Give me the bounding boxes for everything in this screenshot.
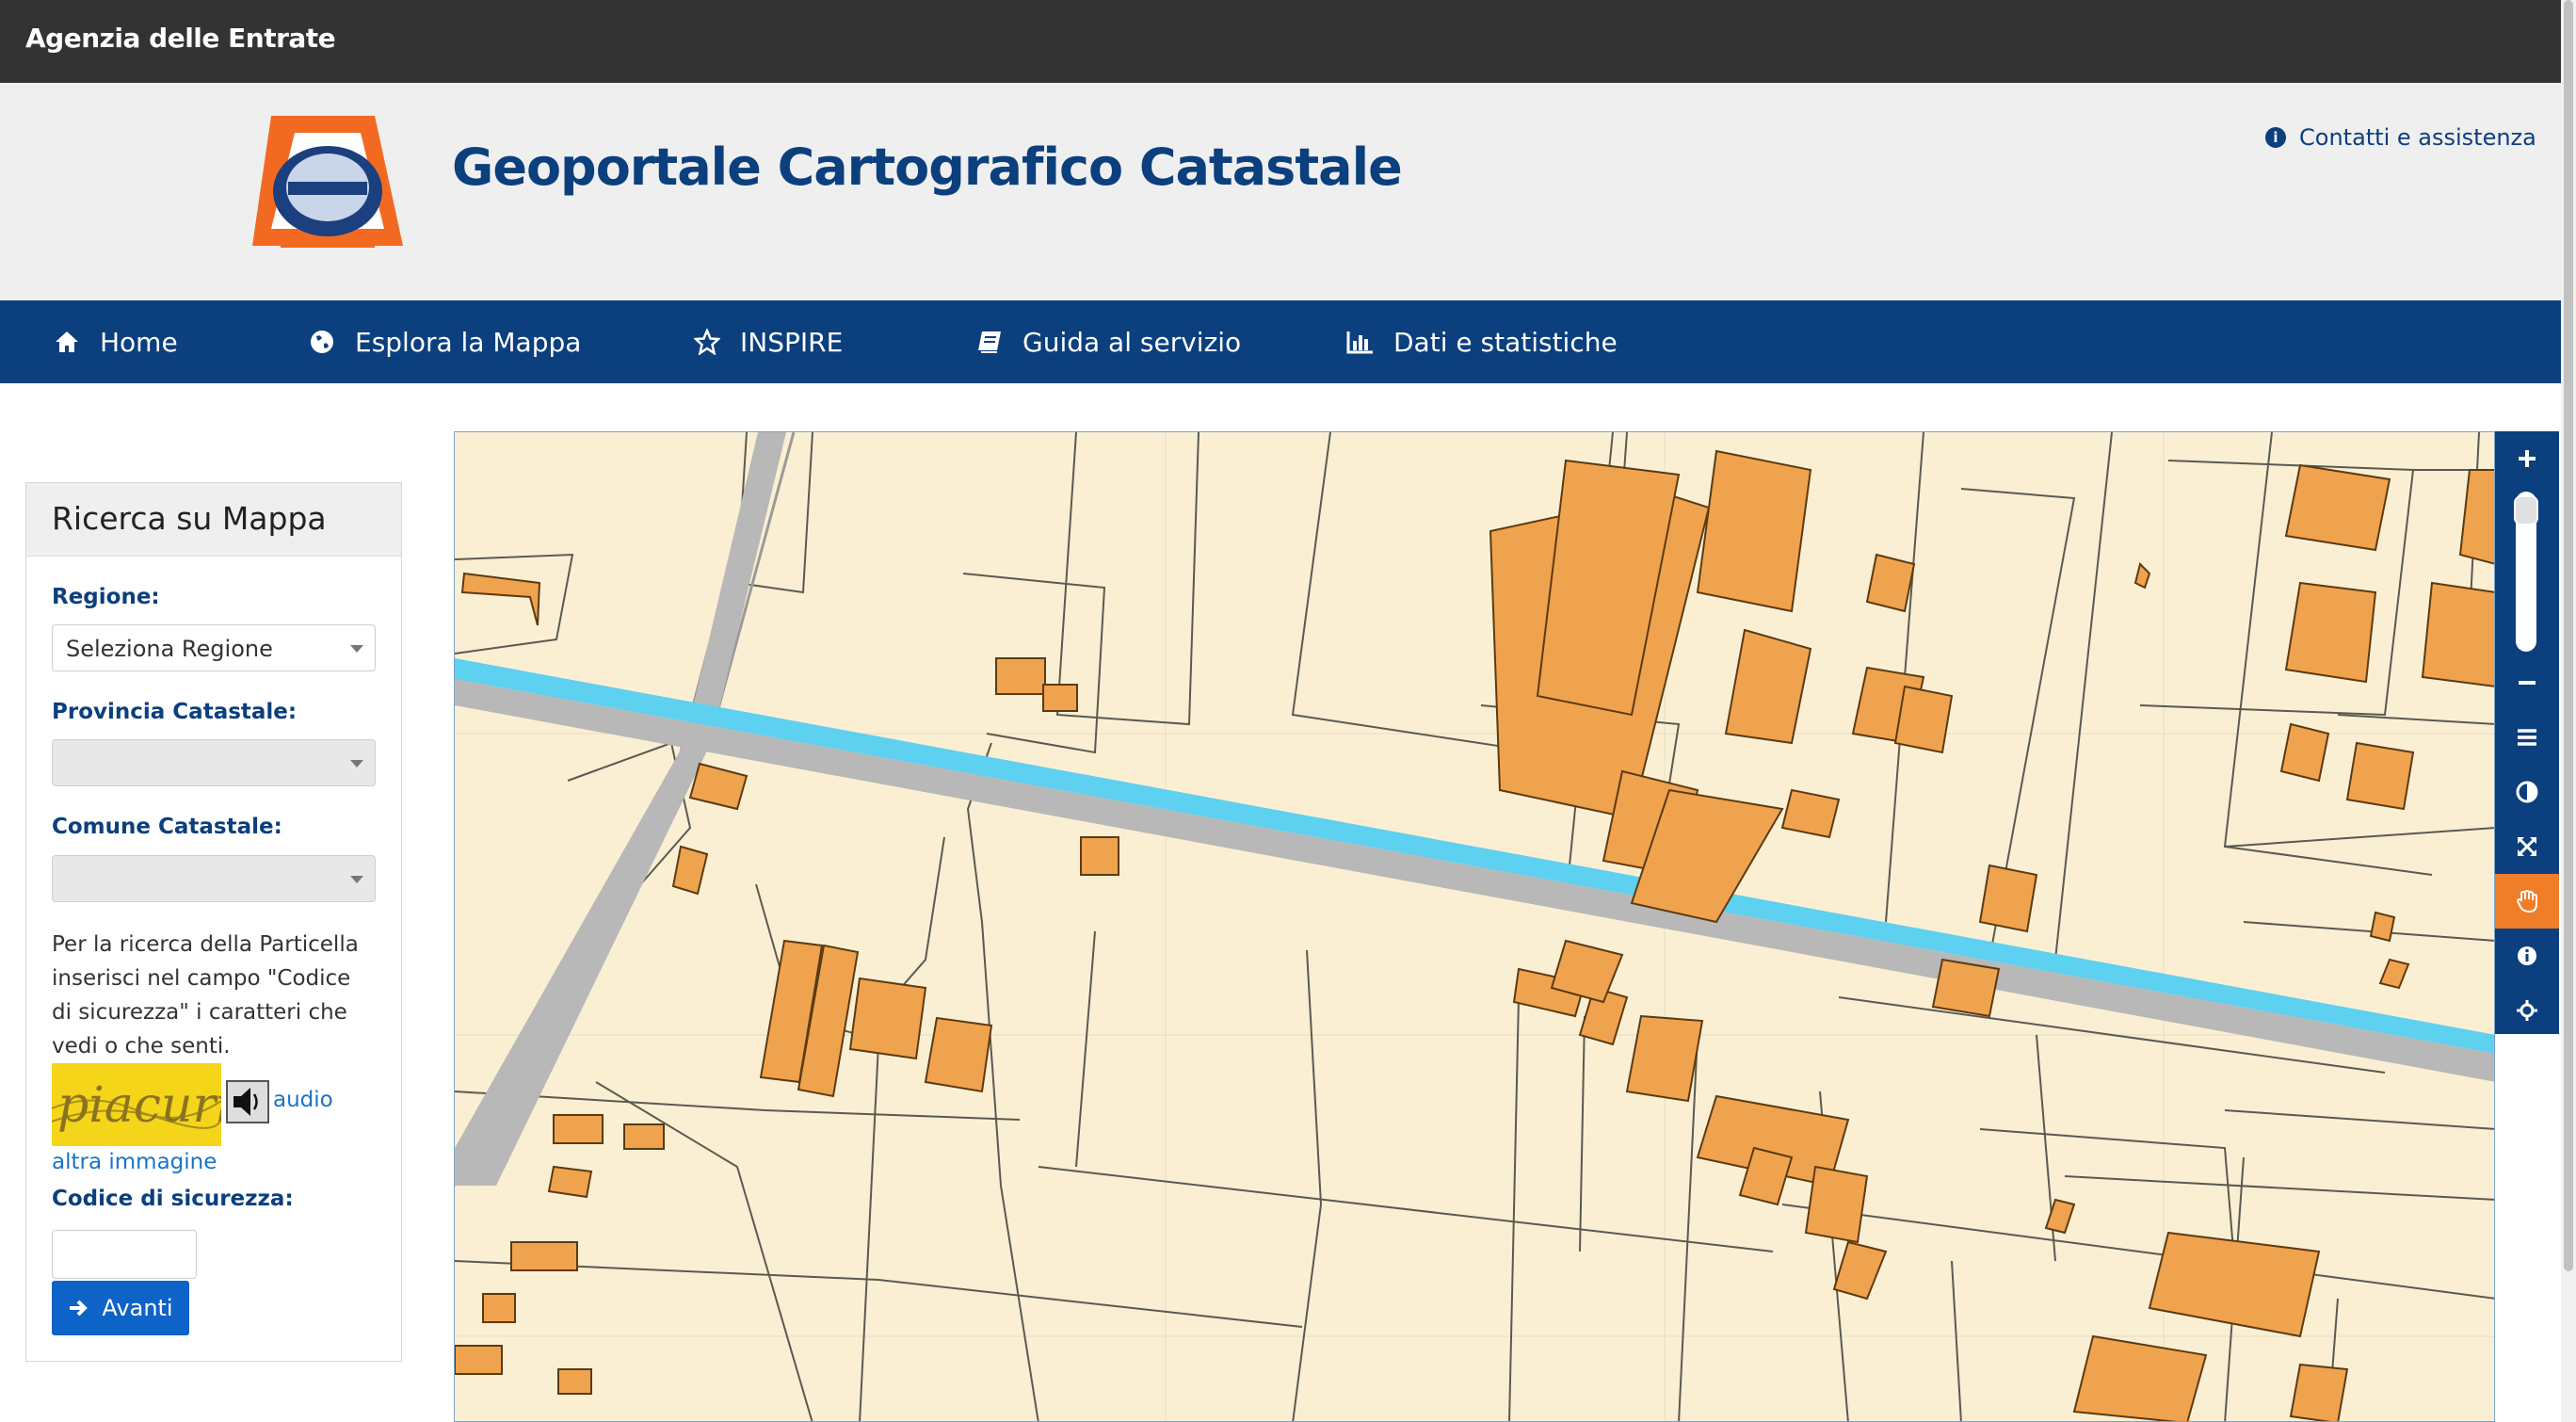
chevron-down-icon bbox=[350, 760, 363, 768]
globe-icon bbox=[308, 328, 336, 356]
arrow-right-icon bbox=[70, 1300, 89, 1317]
layers-icon bbox=[2518, 729, 2536, 746]
contacts-link[interactable]: i Contatti e assistenza bbox=[2265, 124, 2536, 151]
contrast-icon bbox=[2516, 781, 2538, 803]
main-nav: Home Esplora la Mappa INSPIRE Guida al s… bbox=[0, 300, 2561, 383]
home-icon bbox=[53, 328, 81, 356]
comune-label: Comune Catastale: bbox=[52, 815, 282, 839]
province-select[interactable] bbox=[52, 739, 376, 786]
locate-icon bbox=[2517, 1000, 2537, 1021]
nav-item-data-statistics[interactable]: Dati e statistiche bbox=[1346, 300, 1618, 383]
fullscreen-button[interactable] bbox=[2495, 819, 2559, 874]
captcha-text: piacuri bbox=[57, 1077, 221, 1134]
region-select[interactable]: Seleziona Regione bbox=[52, 624, 376, 671]
submit-button-label: Avanti bbox=[102, 1295, 173, 1321]
cadastral-map[interactable] bbox=[454, 431, 2495, 1422]
layers-button[interactable] bbox=[2495, 710, 2559, 765]
panel-title: Ricerca su Mappa bbox=[26, 483, 401, 557]
comune-select[interactable] bbox=[52, 855, 376, 902]
contrast-button[interactable] bbox=[2495, 765, 2559, 819]
locate-button[interactable] bbox=[2495, 983, 2559, 1038]
security-code-label: Codice di sicurezza: bbox=[52, 1187, 294, 1211]
province-label: Provincia Catastale: bbox=[52, 700, 298, 724]
zoom-out-icon bbox=[2519, 681, 2536, 685]
nav-label: Home bbox=[100, 326, 178, 358]
bar-chart-icon bbox=[1346, 328, 1375, 356]
pan-tool-button[interactable] bbox=[2495, 874, 2559, 929]
nav-item-home[interactable]: Home bbox=[53, 300, 178, 383]
fullscreen-icon bbox=[2517, 836, 2537, 857]
chevron-down-icon bbox=[350, 645, 363, 653]
book-icon bbox=[975, 328, 1004, 356]
captcha-image: piacuri bbox=[52, 1063, 221, 1146]
nav-item-inspire[interactable]: INSPIRE bbox=[693, 300, 843, 383]
alternate-image-link[interactable]: altra immagine bbox=[52, 1150, 217, 1174]
submit-button[interactable]: Avanti bbox=[52, 1281, 189, 1335]
zoom-out-button[interactable] bbox=[2495, 655, 2559, 710]
pan-hand-icon bbox=[2516, 889, 2537, 913]
nav-label: Dati e statistiche bbox=[1393, 326, 1618, 358]
contacts-label: Contatti e assistenza bbox=[2299, 124, 2536, 151]
nav-label: Esplora la Mappa bbox=[355, 326, 582, 358]
site-header: Geoportale Cartografico Catastale i Cont… bbox=[0, 83, 2561, 300]
page-scrollbar[interactable] bbox=[2561, 0, 2576, 1422]
map-search-panel: Ricerca su Mappa Regione: Seleziona Regi… bbox=[25, 482, 402, 1362]
info-icon bbox=[2518, 946, 2536, 965]
info-tool-button[interactable] bbox=[2495, 929, 2559, 983]
chevron-down-icon bbox=[350, 876, 363, 883]
nav-item-explore-map[interactable]: Esplora la Mappa bbox=[308, 300, 581, 383]
zoom-slider-handle[interactable] bbox=[2514, 495, 2538, 525]
info-icon: i bbox=[2265, 127, 2286, 148]
top-bar: Agenzia delle Entrate bbox=[0, 0, 2561, 83]
site-title: Geoportale Cartografico Catastale bbox=[452, 137, 1403, 197]
agency-brand: Agenzia delle Entrate bbox=[25, 23, 336, 54]
region-select-value: Seleziona Regione bbox=[66, 636, 273, 662]
zoom-slider[interactable] bbox=[2514, 492, 2538, 652]
agency-logo[interactable] bbox=[252, 116, 403, 252]
speaker-icon[interactable] bbox=[226, 1080, 269, 1123]
nav-label: INSPIRE bbox=[740, 326, 844, 358]
map-toolbar bbox=[2495, 431, 2559, 1034]
scrollbar-thumb[interactable] bbox=[2564, 0, 2573, 1271]
search-instructions: Per la ricerca della Particella inserisc… bbox=[52, 932, 359, 1058]
region-label: Regione: bbox=[52, 585, 160, 609]
security-code-input[interactable] bbox=[52, 1230, 197, 1279]
star-icon bbox=[693, 328, 721, 356]
nav-label: Guida al servizio bbox=[1022, 326, 1242, 358]
nav-item-service-guide[interactable]: Guida al servizio bbox=[975, 300, 1241, 383]
zoom-in-icon bbox=[2519, 450, 2536, 467]
zoom-in-button[interactable] bbox=[2495, 431, 2559, 486]
audio-captcha-link[interactable]: audio bbox=[273, 1088, 333, 1112]
